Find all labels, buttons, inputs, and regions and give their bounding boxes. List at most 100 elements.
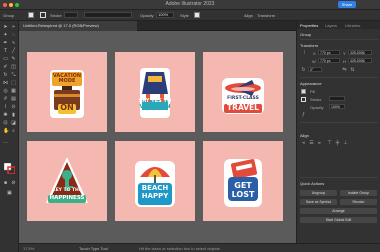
none-mode-icon[interactable]: ⊘ [11, 181, 16, 186]
lasso-tool-icon[interactable]: ◌ [11, 33, 16, 38]
align-top-icon[interactable]: ⊤ [327, 141, 332, 146]
variable-width-field[interactable] [84, 12, 132, 18]
w-label: W [312, 59, 316, 64]
x-field[interactable]: 770 px [318, 50, 340, 55]
line-tool-icon[interactable]: ╱ [11, 49, 16, 54]
start-global-edit-button[interactable]: Start Global Edit [300, 217, 377, 223]
artboard-4[interactable]: KEY TO THE HAPPINESS [27, 141, 107, 221]
perspective-grid-tool-icon[interactable]: ▦ [11, 89, 16, 94]
document-tab-bar: Untitled-Reinspired @ 17.5 (RGB/Preview) [19, 21, 296, 31]
magic-wand-tool-icon[interactable]: ✦ [3, 33, 8, 38]
y-label: Y [343, 51, 346, 56]
document-tab[interactable]: Untitled-Reinspired @ 17.5 (RGB/Preview) [19, 21, 137, 31]
style-label: Style [180, 13, 189, 18]
stroke-swatch-panel[interactable] [301, 97, 306, 102]
fill-swatch-panel[interactable] [301, 89, 306, 94]
artboard-1[interactable]: VACATION MODE ON [27, 52, 107, 132]
align-center-icon[interactable]: ☰ [309, 141, 314, 146]
fill-swatch[interactable] [28, 12, 34, 18]
zoom-tool-icon[interactable]: ⌕ [11, 129, 16, 134]
mesh-tool-icon[interactable]: # [3, 97, 8, 102]
artboard-5[interactable]: BEACH HAPPY [115, 141, 195, 221]
arrange-button[interactable]: Arrange [300, 208, 377, 214]
direct-selection-tool-icon[interactable]: ➢ [11, 25, 16, 30]
width-tool-icon[interactable]: ⋈ [3, 81, 8, 86]
artboard-tool-icon[interactable]: ⊡ [3, 121, 8, 126]
save-as-symbol-button[interactable]: Save as Symbol [300, 199, 337, 205]
opacity-panel-field[interactable]: 100% [329, 104, 345, 109]
column-graph-tool-icon[interactable]: ▮ [11, 113, 16, 118]
flip-horizontal-icon[interactable]: ⇋ [342, 68, 347, 73]
stroke-label-panel: Stroke [310, 97, 322, 102]
rotate-icon: ↻ [301, 67, 306, 73]
stroke-swatch[interactable] [40, 12, 46, 18]
rotate-field[interactable]: 0° [308, 67, 322, 72]
sticker-6-line1: GET [234, 181, 252, 190]
control-bar: Group Stroke Opacity 100% Style Align Tr… [0, 10, 380, 21]
tab-properties[interactable]: Properties [300, 23, 318, 28]
artboard-6[interactable]: GET LOST [203, 141, 283, 221]
recolor-button[interactable]: Recolor [340, 199, 377, 205]
rectangle-tool-icon[interactable]: ▭ [3, 57, 8, 62]
shape-builder-tool-icon[interactable]: ◎ [3, 89, 8, 94]
shaper-tool-icon[interactable]: ✐ [3, 65, 8, 70]
rotate-tool-icon[interactable]: ↻ [3, 73, 8, 78]
color-mode-icon[interactable]: ■ [3, 181, 8, 186]
flip-vertical-icon[interactable]: ⇅ [350, 68, 355, 73]
pen-tool-icon[interactable]: ✒ [3, 41, 8, 46]
canvas[interactable]: VACATION MODE ON SAY YES TO VACATION FIR… [19, 31, 296, 243]
curvature-tool-icon[interactable]: ∿ [11, 41, 16, 46]
divider [300, 122, 378, 123]
width-field[interactable]: 770 px [318, 58, 340, 63]
zoom-level[interactable]: 17.5% [23, 246, 34, 251]
beach-happy-sticker[interactable] [130, 153, 180, 209]
scale-tool-icon[interactable]: ⤡ [11, 73, 16, 78]
screen-mode-icon[interactable]: ▣ [7, 191, 12, 196]
selection-tool-icon[interactable]: ➤ [3, 25, 8, 30]
align-middle-icon[interactable]: ╪ [335, 141, 340, 146]
stroke-weight-panel-field[interactable] [329, 96, 345, 101]
paintbrush-tool-icon[interactable]: ✎ [11, 57, 16, 62]
selection-type-label: Group [3, 13, 15, 18]
window-title: Adobe Illustrator 2023 [165, 1, 215, 7]
isolate-group-button[interactable]: Isolate Group [340, 190, 377, 196]
transform-label[interactable]: Transform [257, 13, 275, 18]
share-button[interactable]: Share [338, 1, 356, 8]
divider [300, 39, 378, 40]
say-yes-to-vacation-sticker[interactable] [130, 64, 180, 120]
reference-point-icon[interactable]: ⁞ [301, 51, 308, 58]
tools-panel: ➤ ➢ ✦ ◌ ✒ ∿ T ╱ ▭ ✎ ✐ ◫ ↻ ⤡ ⋈ ⬚ ◎ ▦ # ▤ … [0, 21, 19, 252]
opacity-field[interactable]: 100% [156, 12, 174, 18]
height-field[interactable]: 425.0006 [348, 58, 372, 63]
blend-tool-icon[interactable]: ⊙ [11, 105, 16, 110]
fill-stroke-swatches[interactable] [4, 163, 15, 174]
align-bottom-icon[interactable]: ⊥ [343, 141, 348, 146]
stroke-label: Stroke [50, 13, 62, 18]
style-swatch[interactable] [194, 12, 200, 18]
eraser-tool-icon[interactable]: ◫ [11, 65, 16, 70]
symbol-sprayer-tool-icon[interactable]: ✺ [3, 113, 8, 118]
ungroup-button[interactable]: Ungroup [300, 190, 337, 196]
tab-layers[interactable]: Layers [325, 23, 337, 28]
free-transform-tool-icon[interactable]: ⬚ [11, 81, 16, 86]
properties-panel: Properties Layers Libraries Group Transf… [296, 21, 380, 243]
gradient-tool-icon[interactable]: ▤ [11, 97, 16, 102]
stroke-weight-field[interactable] [64, 12, 78, 18]
align-left-icon[interactable]: ⫷ [301, 141, 306, 146]
edit-toolbar-icon[interactable]: ⋯ [3, 141, 8, 146]
eyedropper-tool-icon[interactable]: ⌇ [3, 105, 8, 110]
align-label[interactable]: Align [244, 13, 253, 18]
hand-tool-icon[interactable]: ✋ [3, 129, 9, 134]
sticker-1-line3: ON [60, 103, 74, 112]
title-bar: Adobe Illustrator 2023 Share [0, 0, 380, 10]
align-right-icon[interactable]: ⫸ [317, 141, 322, 146]
sticker-5-line2: HAPPY [141, 192, 169, 200]
artboard-2[interactable]: SAY YES TO VACATION [115, 52, 195, 132]
slice-tool-icon[interactable]: ◪ [11, 121, 16, 126]
tab-libraries[interactable]: Libraries [345, 23, 360, 28]
fx-icon[interactable]: ƒ [301, 113, 306, 118]
type-tool-icon[interactable]: T [3, 49, 8, 54]
sticker-4-line2: HAPPINESS [49, 195, 85, 201]
artboard-3[interactable]: FIRST-CLASS TRAVEL [203, 52, 283, 132]
y-field[interactable]: 425.0006 [348, 50, 372, 55]
